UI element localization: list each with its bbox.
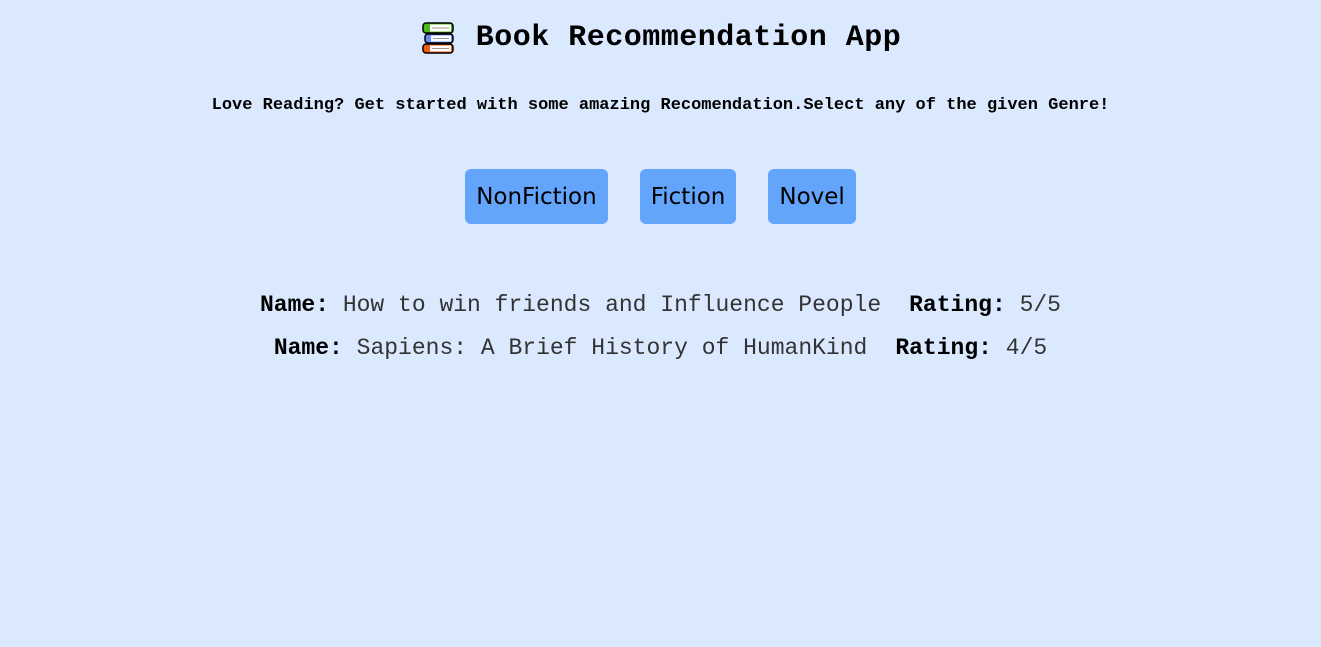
book-rating: 4/5 bbox=[1005, 335, 1048, 361]
genre-button-nonfiction[interactable]: NonFiction bbox=[465, 169, 608, 224]
page-subtitle: Love Reading? Get started with some amaz… bbox=[211, 96, 1110, 115]
list-item: Name: How to win friends and Influence P… bbox=[0, 288, 1321, 331]
genre-button-group: NonFiction Fiction Novel bbox=[0, 169, 1321, 224]
page-title: Book Recommendation App bbox=[475, 21, 902, 55]
book-name: Sapiens: A Brief History of HumanKind bbox=[356, 335, 868, 361]
book-name: How to win friends and Influence People bbox=[342, 292, 882, 318]
list-item: Name: Sapiens: A Brief History of HumanK… bbox=[0, 331, 1321, 374]
books-icon bbox=[421, 22, 454, 54]
book-list: Name: How to win friends and Influence P… bbox=[0, 288, 1321, 374]
genre-button-novel[interactable]: Novel bbox=[768, 169, 856, 224]
book-rating: 5/5 bbox=[1019, 292, 1061, 318]
book-name-label: Name: bbox=[273, 335, 343, 361]
header: Book Recommendation App bbox=[0, 20, 1321, 56]
book-rating-label: Rating: bbox=[895, 335, 992, 361]
app-root: Book Recommendation App Love Reading? Ge… bbox=[0, 0, 1321, 647]
book-rating-label: Rating: bbox=[909, 292, 1006, 318]
genre-button-fiction[interactable]: Fiction bbox=[639, 169, 737, 224]
book-name-label: Name: bbox=[260, 292, 330, 318]
